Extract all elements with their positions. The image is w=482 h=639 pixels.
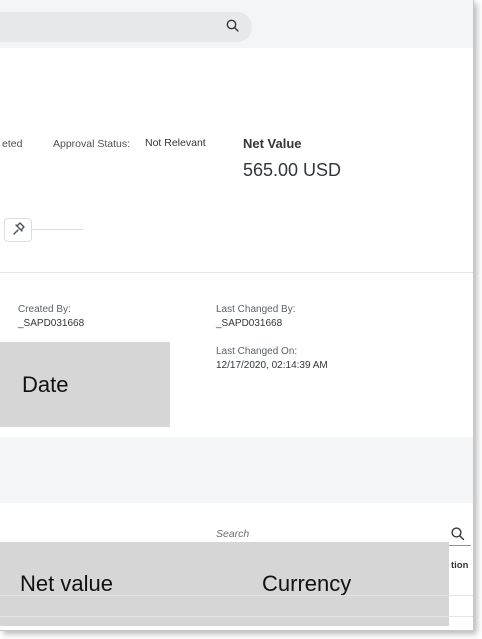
last-changed-on-value: 12/17/2020, 02:14:39 AM — [216, 360, 328, 371]
date-annotation-label: Date — [22, 371, 69, 397]
column-annotation-band: Net value Currency — [0, 542, 449, 626]
approval-status-value: Not Relevant — [145, 137, 206, 149]
date-annotation: Date — [0, 342, 170, 427]
created-by-value: _SAPD031668 — [18, 318, 85, 329]
header-divider — [0, 272, 473, 273]
column-header-fragment: tion — [451, 560, 469, 571]
table-search-placeholder: Search — [216, 528, 250, 540]
last-changed-by-label: Last Changed By: — [216, 304, 296, 315]
status-value-fragment: eted — [2, 138, 23, 150]
app-window: eted Approval Status: Not Relevant Net V… — [0, 0, 474, 631]
table-row-divider — [0, 595, 473, 596]
section-band — [0, 437, 473, 503]
search-icon[interactable] — [225, 18, 241, 34]
approval-status-label: Approval Status: — [53, 138, 131, 150]
net-value-amount: 565.00 USD — [243, 160, 342, 180]
last-changed-on-label: Last Changed On: — [216, 346, 298, 357]
pin-header-button[interactable] — [4, 218, 32, 242]
search-icon[interactable] — [450, 526, 466, 542]
created-by-label: Created By: — [18, 304, 71, 315]
last-changed-by-value: _SAPD031668 — [216, 318, 283, 329]
table-row-divider — [0, 616, 473, 617]
currency-annotation-label: Currency — [262, 571, 352, 596]
net-value-annotation-label: Net value — [20, 571, 113, 596]
global-search-field[interactable] — [0, 12, 252, 42]
pin-icon — [13, 222, 25, 235]
net-value-label: Net Value — [243, 136, 302, 151]
shell-bar — [0, 0, 473, 48]
header-toggle-divider — [31, 229, 83, 230]
